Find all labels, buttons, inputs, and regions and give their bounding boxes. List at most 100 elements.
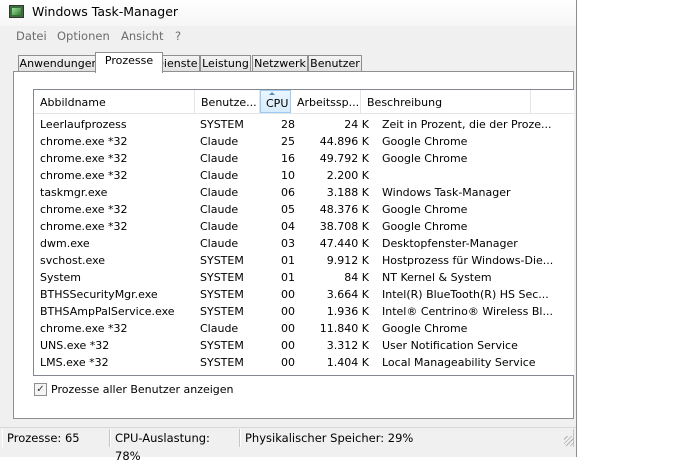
column-header-description[interactable]: Beschreibung	[361, 90, 531, 113]
process-name: chrome.exe *32	[40, 220, 128, 233]
process-user: SYSTEM	[200, 339, 244, 352]
process-name: svchost.exe	[40, 254, 106, 267]
column-header-user[interactable]: Benutze...	[195, 90, 260, 113]
table-row[interactable]: chrome.exe *32 Claude 05 48.376 K Google Chr…	[34, 201, 574, 218]
process-name: dwm.exe	[40, 237, 90, 250]
process-memory: 1.936 K	[326, 305, 369, 318]
process-name: BTHSAmpPalService.exe	[40, 305, 175, 318]
process-description: Hostprozess für Windows-Die...	[382, 254, 554, 267]
process-memory: 3.188 K	[326, 186, 369, 199]
task-manager-app-icon	[9, 5, 24, 18]
tab-netzwerk[interactable]: Netzwerk	[252, 55, 308, 72]
table-row[interactable]: Leerlaufprozess SYSTEM 28 24 K Zeit in Proze…	[34, 116, 574, 133]
resize-grip-icon[interactable]	[564, 436, 574, 446]
table-row[interactable]: taskmgr.exe Claude 06 3.188 K Windows Task-M…	[34, 184, 574, 201]
process-user: Claude	[200, 220, 239, 233]
process-name: chrome.exe *32	[40, 322, 128, 335]
process-description: Google Chrome	[382, 135, 468, 148]
process-memory: 11.840 K	[319, 322, 369, 335]
table-row[interactable]: chrome.exe *32 Claude 04 38.708 K Google Chr…	[34, 218, 574, 235]
status-cpu-usage: CPU-Auslastung: 78%	[110, 429, 240, 463]
tab-prozesse[interactable]: Prozesse	[95, 52, 163, 73]
process-memory: 44.896 K	[319, 135, 369, 148]
show-all-users-checkbox[interactable]: ✓	[34, 383, 47, 396]
tab-leistung[interactable]: Leistung	[200, 55, 251, 72]
process-memory: 2.200 K	[326, 169, 369, 182]
process-user: SYSTEM	[200, 288, 244, 301]
process-list[interactable]: Abbildname Benutze... CPU Arbeitssp... B…	[33, 89, 574, 376]
menu-help[interactable]: ?	[175, 29, 181, 43]
process-memory: 3.312 K	[326, 339, 369, 352]
table-row[interactable]: LMS.exe *32 SYSTEM 00 1.404 K Local Manageab…	[34, 354, 574, 371]
process-description: Zeit in Prozent, die der Proze...	[382, 118, 552, 131]
process-description: Windows Task-Manager	[382, 186, 511, 199]
task-manager-window: Windows Task-Manager Datei Optionen Ansi…	[0, 0, 577, 463]
process-user: Claude	[200, 169, 239, 182]
menu-datei[interactable]: Datei	[16, 29, 47, 43]
process-description	[382, 167, 564, 184]
process-user: Claude	[200, 186, 239, 199]
table-row[interactable]: BTHSAmpPalService.exe SYSTEM 00 1.936 K Inte…	[34, 303, 574, 320]
process-user: Claude	[200, 203, 239, 216]
process-memory: 24 K	[344, 118, 369, 131]
process-description: Google Chrome	[382, 203, 468, 216]
menu-bar: Datei Optionen Ansicht ?	[0, 27, 576, 47]
process-memory: 49.792 K	[319, 152, 369, 165]
process-user: SYSTEM	[200, 118, 244, 131]
table-row[interactable]: chrome.exe *32 Claude 16 49.792 K Google Chr…	[34, 150, 574, 167]
tab-anwendungen[interactable]: Anwendungen	[18, 55, 100, 72]
status-memory-usage: Physikalischer Speicher: 29%	[240, 429, 574, 447]
table-row[interactable]: UNS.exe *32 SYSTEM 00 3.312 K User Notificat…	[34, 337, 574, 354]
tab-strip: Anwendungen Prozesse Dienste Leistung Ne…	[13, 52, 573, 73]
column-header-memory[interactable]: Arbeitssp...	[291, 90, 361, 113]
process-description: User Notification Service	[382, 339, 518, 352]
process-name: chrome.exe *32	[40, 169, 128, 182]
process-name: chrome.exe *32	[40, 152, 128, 165]
process-description: NT Kernel & System	[382, 271, 492, 284]
process-memory: 48.376 K	[319, 203, 369, 216]
column-header-name[interactable]: Abbildname	[34, 90, 195, 113]
menu-optionen[interactable]: Optionen	[57, 29, 110, 43]
table-row[interactable]: dwm.exe Claude 03 47.440 K Desktopfenster-Ma…	[34, 235, 574, 252]
process-description: Google Chrome	[382, 322, 468, 335]
table-row[interactable]: chrome.exe *32 Claude 25 44.896 K Google Chr…	[34, 133, 574, 150]
process-name: BTHSSecurityMgr.exe	[40, 288, 158, 301]
process-description: Google Chrome	[382, 220, 468, 233]
column-header-cpu-label: CPU	[266, 97, 289, 110]
table-row[interactable]: chrome.exe *32 Claude 00 11.840 K Google Chr…	[34, 320, 574, 337]
process-user: Claude	[200, 237, 239, 250]
process-memory: 9.912 K	[326, 254, 369, 267]
table-row[interactable]: svchost.exe SYSTEM 01 9.912 K Hostprozess fü…	[34, 252, 574, 269]
process-user: Claude	[200, 135, 239, 148]
menu-ansicht[interactable]: Ansicht	[121, 29, 163, 43]
process-description: Intel® Centrino® Wireless Bl...	[382, 305, 553, 318]
process-memory: 47.440 K	[319, 237, 369, 250]
status-process-count: Prozesse: 65	[2, 429, 110, 447]
process-description: Local Manageability Service	[382, 356, 536, 369]
table-row[interactable]: BTHSSecurityMgr.exe SYSTEM 00 3.664 K Intel(…	[34, 286, 574, 303]
sort-descending-icon	[269, 92, 275, 95]
process-memory: 3.664 K	[326, 288, 369, 301]
process-name: taskmgr.exe	[40, 186, 108, 199]
table-row[interactable]: System SYSTEM 01 84 K NT Kernel & System	[34, 269, 574, 286]
process-name: LMS.exe *32	[40, 356, 109, 369]
process-memory: 1.404 K	[326, 356, 369, 369]
table-row[interactable]: chrome.exe *32 Claude 10 2.200 K	[34, 167, 574, 184]
process-user: Claude	[200, 152, 239, 165]
process-user: SYSTEM	[200, 254, 244, 267]
process-user: Claude	[200, 322, 239, 335]
process-user: SYSTEM	[200, 271, 244, 284]
process-description: Intel(R) BlueTooth(R) HS Sec...	[382, 288, 549, 301]
processes-panel: Abbildname Benutze... CPU Arbeitssp... B…	[13, 71, 574, 419]
process-name: chrome.exe *32	[40, 203, 128, 216]
process-name: Leerlaufprozess	[40, 118, 127, 131]
process-user: SYSTEM	[200, 356, 244, 369]
process-name: chrome.exe *32	[40, 135, 128, 148]
show-all-users-label[interactable]: Prozesse aller Benutzer anzeigen	[51, 383, 234, 396]
title-bar[interactable]: Windows Task-Manager	[0, 0, 576, 26]
tab-benutzer[interactable]: Benutzer	[308, 55, 362, 72]
status-bar: Prozesse: 65 CPU-Auslastung: 78% Physika…	[0, 427, 576, 463]
column-header-cpu[interactable]: CPU	[260, 90, 291, 113]
window-title: Windows Task-Manager	[32, 4, 179, 19]
process-rows: Leerlaufprozess SYSTEM 28 24 K Zeit in Proze…	[34, 116, 574, 371]
